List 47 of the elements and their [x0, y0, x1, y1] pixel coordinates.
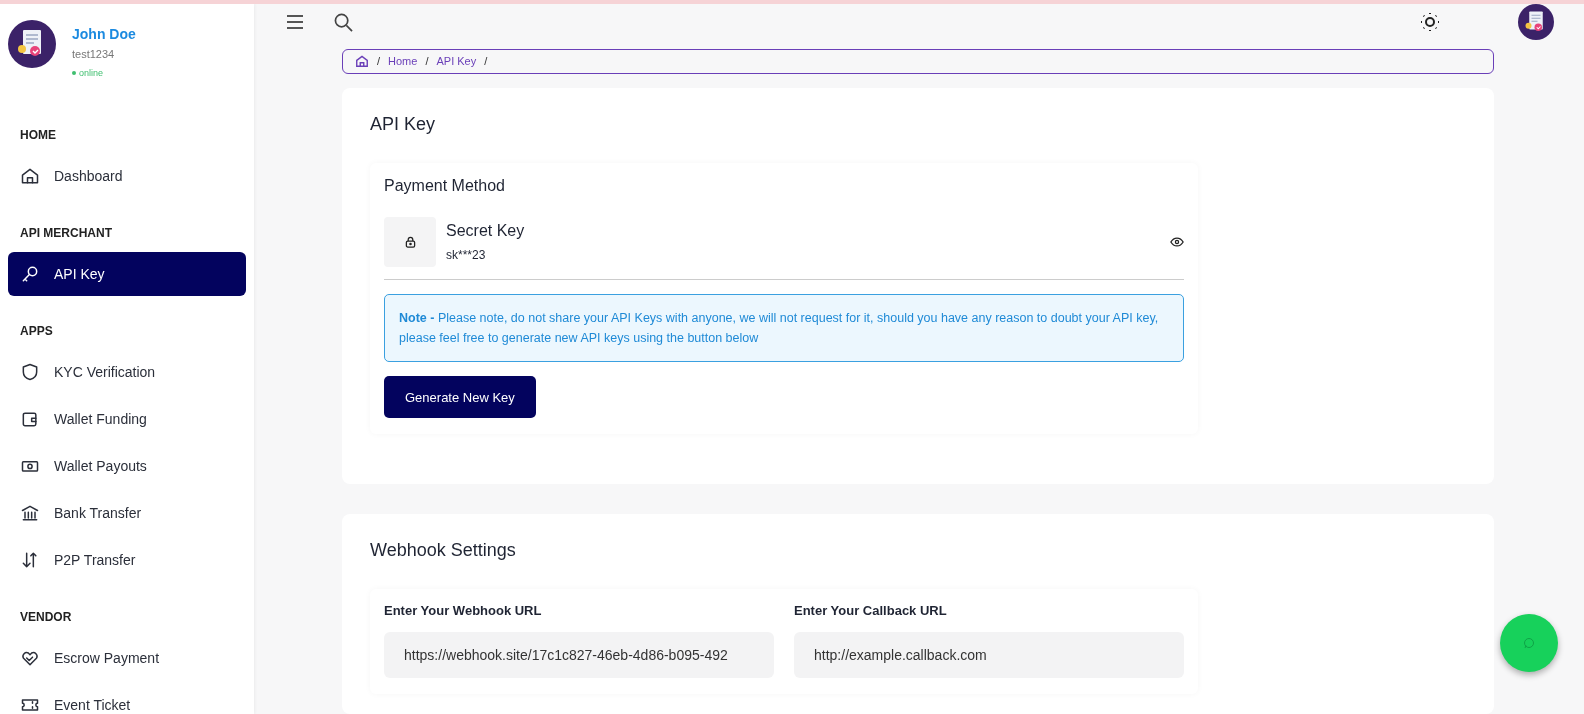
- eye-icon[interactable]: [1170, 237, 1184, 247]
- nav-icon: [20, 264, 40, 284]
- nav-icon: [20, 166, 40, 186]
- home-icon[interactable]: [355, 54, 369, 69]
- nav-icon: [20, 503, 40, 523]
- status-dot: [72, 71, 76, 75]
- chat-icon: [1523, 637, 1535, 649]
- field-label: Enter Your Callback URL: [794, 603, 948, 618]
- card-title: Webhook Settings: [370, 540, 517, 561]
- url-field[interactable]: https://webhook.site/17c1c827-46eb-4d86-b095-492: [384, 632, 774, 678]
- sun-icon[interactable]: [1420, 12, 1440, 33]
- url-field[interactable]: http://example.callback.com: [794, 632, 1184, 678]
- sidebar-item[interactable]: Event Ticket: [8, 683, 246, 714]
- header-avatar[interactable]: [1518, 4, 1554, 41]
- generate-key-button[interactable]: Generate New Key: [384, 376, 536, 418]
- sidebar-item[interactable]: Dashboard: [8, 154, 246, 198]
- menu-icon[interactable]: [286, 14, 304, 31]
- nav-icon: [20, 409, 40, 429]
- sidebar-item[interactable]: API Key: [8, 252, 246, 296]
- section-heading: HOME: [20, 128, 57, 142]
- breadcrumb-separator: /: [377, 55, 381, 68]
- key-label: Secret Key: [446, 222, 526, 240]
- field-label: Enter Your Webhook URL: [384, 603, 543, 618]
- section-title: Payment Method: [384, 177, 506, 195]
- card-title: API Key: [370, 114, 437, 135]
- user-name: John Doe: [72, 26, 136, 42]
- key-value: sk***23: [446, 248, 487, 262]
- nav-icon: [20, 362, 40, 382]
- section-heading: VENDOR: [20, 610, 73, 624]
- search-icon[interactable]: [334, 12, 353, 32]
- sidebar-item[interactable]: Bank Transfer: [8, 491, 246, 535]
- lock-icon: [404, 236, 416, 248]
- breadcrumb-separator: /: [425, 55, 429, 68]
- user-status: online: [79, 68, 104, 78]
- breadcrumb-link[interactable]: API Key: [436, 55, 477, 68]
- section-heading: API MERCHANT: [20, 226, 113, 240]
- user-avatar: [8, 20, 56, 68]
- sidebar-item[interactable]: KYC Verification: [8, 350, 246, 394]
- section-heading: APPS: [20, 324, 54, 338]
- breadcrumb-separator: /: [484, 55, 488, 68]
- user-login: test1234: [72, 48, 116, 60]
- breadcrumb-link[interactable]: Home: [388, 55, 418, 68]
- sidebar-item[interactable]: Escrow Payment: [8, 636, 246, 680]
- note-message: Note - Please note, do not share your API Keys with anyone, we will not request for it, should you have any reason to doubt your API key, please feel free to generate new API keys using the button below: [384, 294, 1184, 362]
- sidebar-item[interactable]: Wallet Funding: [8, 397, 246, 441]
- sidebar-item[interactable]: Wallet Payouts: [8, 444, 246, 488]
- sidebar-item[interactable]: P2P Transfer: [8, 538, 246, 582]
